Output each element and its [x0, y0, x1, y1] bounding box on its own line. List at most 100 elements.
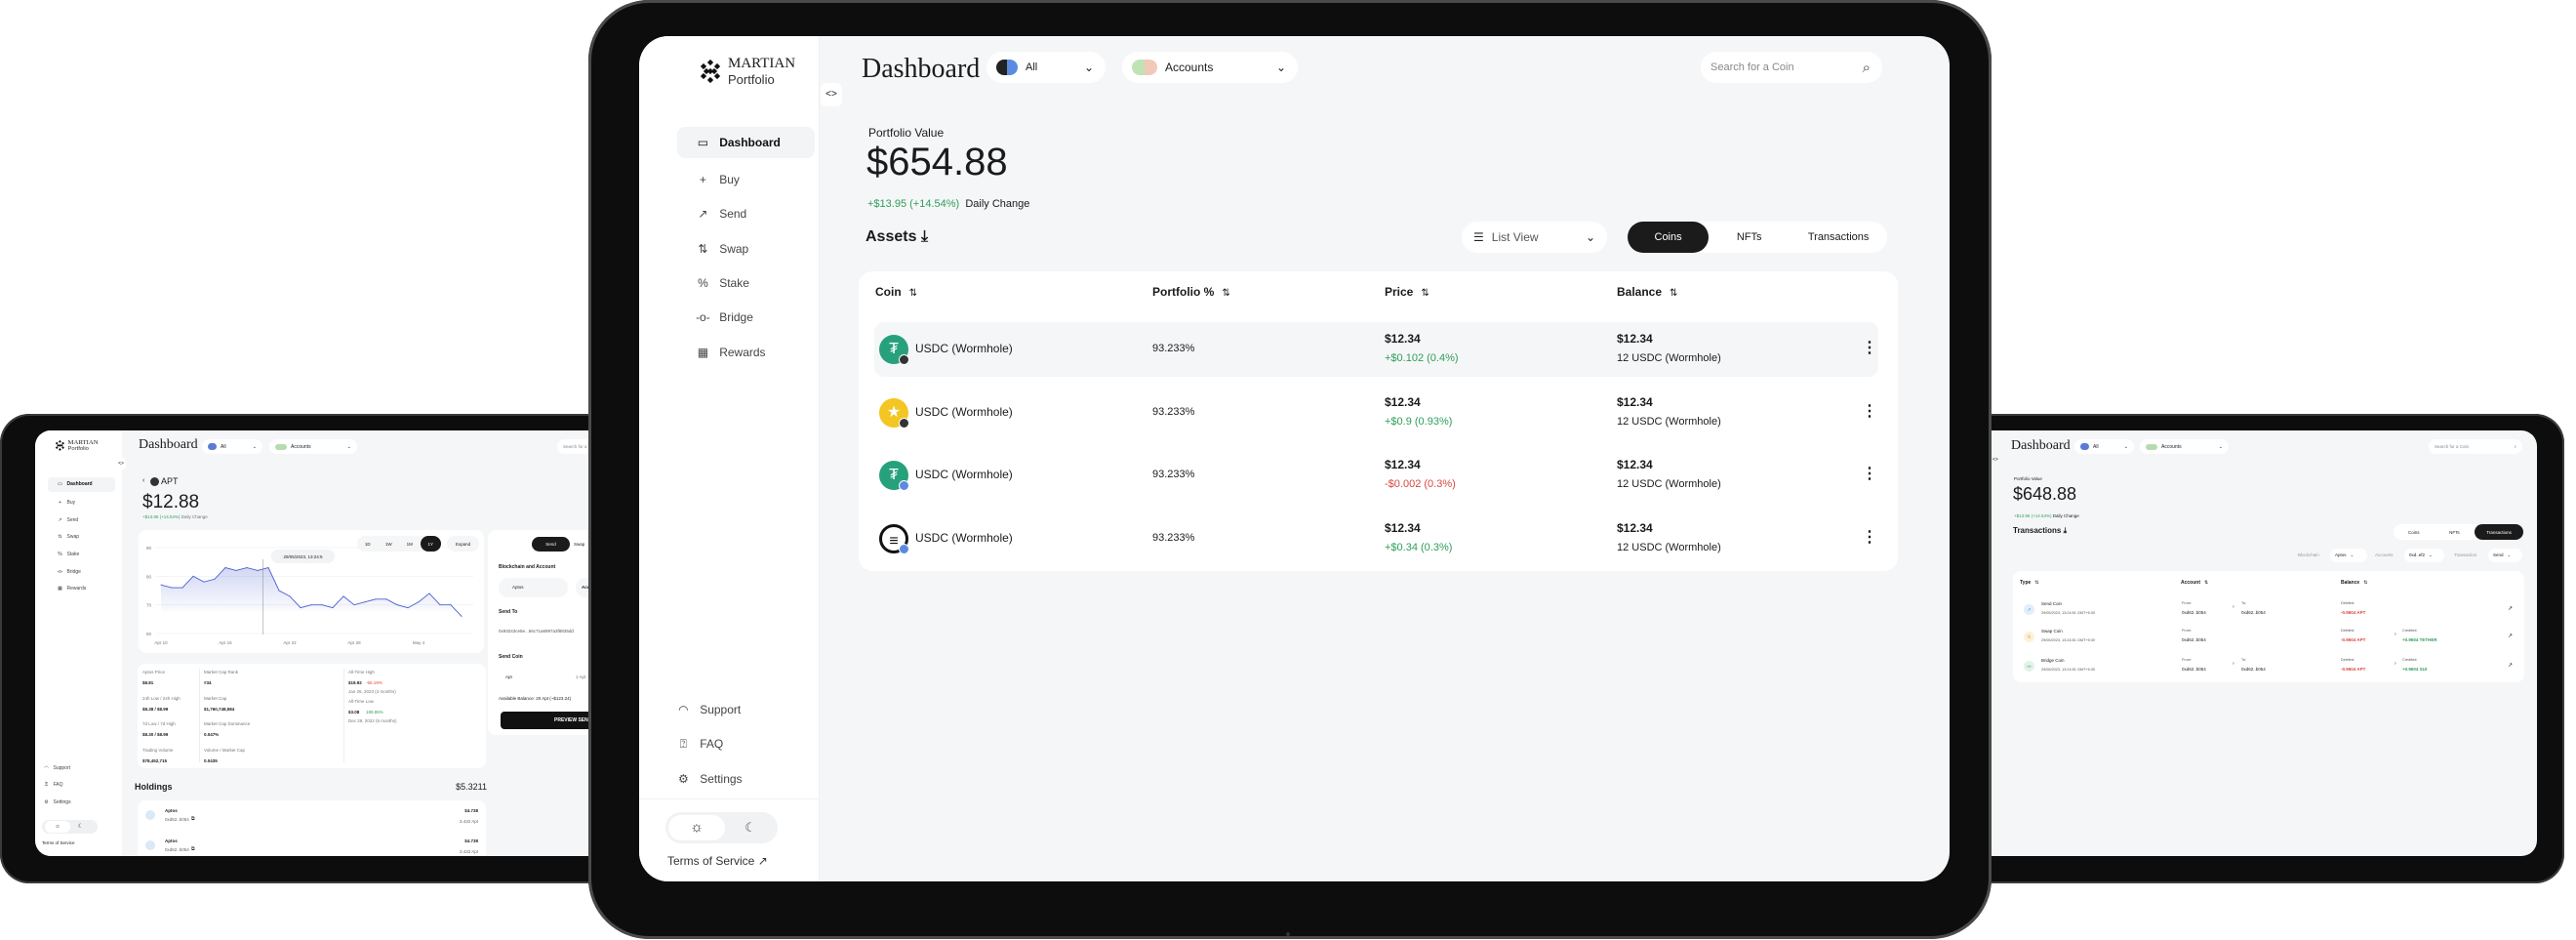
more-options-icon[interactable]: ⋮: [1862, 401, 1877, 421]
column-header-portfolio[interactable]: Portfolio % ⇅: [1152, 285, 1230, 299]
sidebar-item-stake[interactable]: % Stake: [48, 548, 115, 562]
transaction-row[interactable]: -o- Bridge Coin 29/05/2023, 13:24:51 GMT+5…: [2013, 655, 2524, 678]
chain-filter[interactable]: All ⌄: [2074, 439, 2134, 454]
expand-button[interactable]: Expand: [447, 536, 479, 552]
chain-filter[interactable]: All ⌄: [986, 52, 1106, 83]
sort-icon[interactable]: ⇅: [2034, 580, 2038, 586]
filter-accounts-select[interactable]: 0xd..ef2 ⌄: [2404, 549, 2444, 562]
filter-blockchain-select[interactable]: Aptos ⌄: [2330, 549, 2367, 562]
download-icon[interactable]: ⤓: [921, 228, 928, 245]
tab-transactions[interactable]: Transactions: [1790, 222, 1887, 253]
open-transaction-icon[interactable]: ↗: [2508, 633, 2513, 639]
column-header[interactable]: Account ⇅: [2181, 580, 2208, 586]
sort-icon[interactable]: ⇅: [2204, 580, 2208, 586]
sidebar-item-buy[interactable]: + Buy: [677, 164, 815, 195]
sidebar-item-rewards[interactable]: ▦ Rewards: [677, 337, 815, 368]
sort-icon[interactable]: ⇅: [909, 288, 917, 299]
accounts-filter[interactable]: Accounts ⌄: [1122, 52, 1298, 83]
logo[interactable]: MARTIAN Portfolio: [699, 56, 795, 87]
download-icon[interactable]: ⤓: [2064, 526, 2068, 535]
sort-icon[interactable]: ⇅: [1670, 288, 1677, 299]
logo[interactable]: MARTIAN Portfolio: [55, 439, 99, 452]
sidebar-item-support[interactable]: ◠ Support: [43, 761, 70, 776]
tab-coins[interactable]: Coins: [2394, 524, 2435, 540]
logo-text[interactable]: MARTIAN Portfolio: [728, 56, 795, 87]
terms-of-service-link[interactable]: Terms of Service: [42, 840, 75, 845]
sidebar-item-swap[interactable]: ⇅ Swap: [48, 530, 115, 545]
sidebar-item-bridge[interactable]: -o- Bridge: [48, 565, 115, 580]
logo-line1[interactable]: MARTIAN: [67, 439, 98, 446]
range-1m[interactable]: 1M: [399, 536, 421, 552]
accounts-filter[interactable]: Accounts ⌄: [269, 439, 357, 454]
more-options-icon[interactable]: ⋮: [1862, 464, 1877, 483]
sidebar-item-rewards[interactable]: ▦ Rewards: [48, 582, 115, 596]
table-row[interactable]: ₮ USDC (Wormhole) 93.233% $12.34 +$0.102 (0.…: [874, 322, 1878, 377]
more-options-icon[interactable]: ⋮: [1862, 338, 1877, 357]
theme-toggle[interactable]: ☼ ☾: [665, 812, 778, 843]
logo-line2[interactable]: Portfolio: [67, 446, 98, 452]
dark-theme-button[interactable]: ☾: [726, 815, 775, 840]
sidebar-item-dashboard[interactable]: ▭ Dashboard: [48, 476, 115, 492]
swap-tab[interactable]: Swap: [574, 537, 584, 552]
tab-nfts[interactable]: NFTs: [2435, 524, 2475, 540]
column-header[interactable]: Balance ⇅: [2341, 580, 2367, 586]
sidebar-item-buy[interactable]: + Buy: [48, 496, 115, 511]
sun-icon[interactable]: ☼: [45, 821, 70, 833]
range-1y[interactable]: 1Y: [420, 536, 441, 552]
moon-icon[interactable]: ☾: [78, 821, 83, 833]
column-header[interactable]: Type ⇅: [2020, 580, 2039, 586]
light-theme-button[interactable]: ☼: [668, 815, 725, 840]
send-tab[interactable]: Send: [532, 537, 570, 552]
collapse-sidebar-button[interactable]: <>: [116, 458, 126, 470]
view-mode-select[interactable]: ☰ List View ⌄: [1462, 222, 1607, 253]
chain-select[interactable]: Aptos: [499, 578, 568, 597]
table-row[interactable]: ₮ USDC (Wormhole) 93.233% $12.34 -$0.002 (0.…: [874, 448, 1878, 503]
sidebar-item-faq[interactable]: ⍰ FAQ: [43, 778, 63, 793]
table-row[interactable]: ★ USDC (Wormhole) 93.233% $12.34 +$0.9 (0.93…: [874, 386, 1878, 440]
coin-select[interactable]: Apt: [505, 674, 512, 679]
transaction-row[interactable]: ⇅ Swap Coin 29/05/2023, 13:24:51 GMT+5:30 F…: [2013, 626, 2524, 649]
range-1d[interactable]: 1D: [357, 536, 379, 552]
sidebar-item-bridge[interactable]: -o- Bridge: [677, 302, 815, 333]
sort-icon[interactable]: ⇅: [2363, 580, 2367, 586]
sidebar-item-settings[interactable]: ⚙ Settings: [675, 763, 743, 795]
sidebar-item-faq[interactable]: ⍰ FAQ: [675, 728, 723, 759]
logo-line1[interactable]: MARTIAN: [728, 56, 795, 72]
open-transaction-icon[interactable]: ↗: [2508, 605, 2513, 612]
collapse-sidebar-button[interactable]: <>: [821, 83, 842, 106]
terms-of-service-link[interactable]: Terms of Service ↗: [667, 854, 768, 868]
search-input[interactable]: Search for a Coin ⌕: [2429, 439, 2522, 454]
accounts-filter[interactable]: Accounts ⌄: [2140, 439, 2229, 454]
column-header-balance[interactable]: Balance ⇅: [1617, 285, 1677, 299]
sort-icon[interactable]: ⇅: [1222, 288, 1229, 299]
tab-transactions[interactable]: Transactions: [2475, 524, 2523, 540]
column-header-coin[interactable]: Coin ⇅: [875, 285, 917, 299]
sidebar-item-swap[interactable]: ⇅ Swap: [677, 233, 815, 265]
holding-row[interactable]: Aptos 0xd62..b054 ⧉ $4.738 3.432 Apt: [138, 806, 486, 832]
logo-text[interactable]: MARTIAN Portfolio: [67, 439, 98, 452]
sort-icon[interactable]: ⇅: [1421, 288, 1429, 299]
open-transaction-icon[interactable]: ↗: [2508, 662, 2513, 669]
transaction-row[interactable]: ↗ Send Coin 29/05/2023, 13:24:51 GMT+5:30 F…: [2013, 598, 2524, 622]
sidebar-item-stake[interactable]: % Stake: [677, 267, 815, 299]
column-header-price[interactable]: Price ⇅: [1385, 285, 1429, 299]
amount-input[interactable]: 1 Apt: [576, 674, 585, 679]
sidebar-item-support[interactable]: ◠ Support: [675, 694, 741, 725]
sidebar-item-send[interactable]: ↗ Send: [677, 198, 815, 229]
more-options-icon[interactable]: ⋮: [1862, 527, 1877, 547]
tab-coins[interactable]: Coins: [1628, 222, 1710, 253]
back-button[interactable]: ‹: [142, 477, 144, 484]
copy-icon[interactable]: ⧉: [191, 846, 195, 852]
chain-filter[interactable]: All ⌄: [202, 439, 262, 454]
search-input[interactable]: Search for a Coin ⌕: [1701, 52, 1882, 83]
sidebar-item-dashboard[interactable]: ▭ Dashboard: [677, 127, 815, 158]
logo-line2[interactable]: Portfolio: [728, 72, 795, 87]
copy-icon[interactable]: ⧉: [191, 816, 195, 822]
range-1w[interactable]: 1W: [379, 536, 400, 552]
address-input[interactable]: 0x93243ce5e...56c71a6997a3f8835dd: [499, 629, 574, 633]
sidebar-item-settings[interactable]: ⚙ Settings: [43, 796, 70, 810]
filter-transaction-select[interactable]: Send ⌄: [2488, 549, 2522, 562]
sidebar-item-send[interactable]: ↗ Send: [48, 513, 115, 528]
collapse-sidebar-button[interactable]: <>: [1992, 457, 1998, 463]
holding-row[interactable]: Aptos 0xd62..b054 ⧉ $4.738 3.432 Apt: [138, 837, 486, 856]
